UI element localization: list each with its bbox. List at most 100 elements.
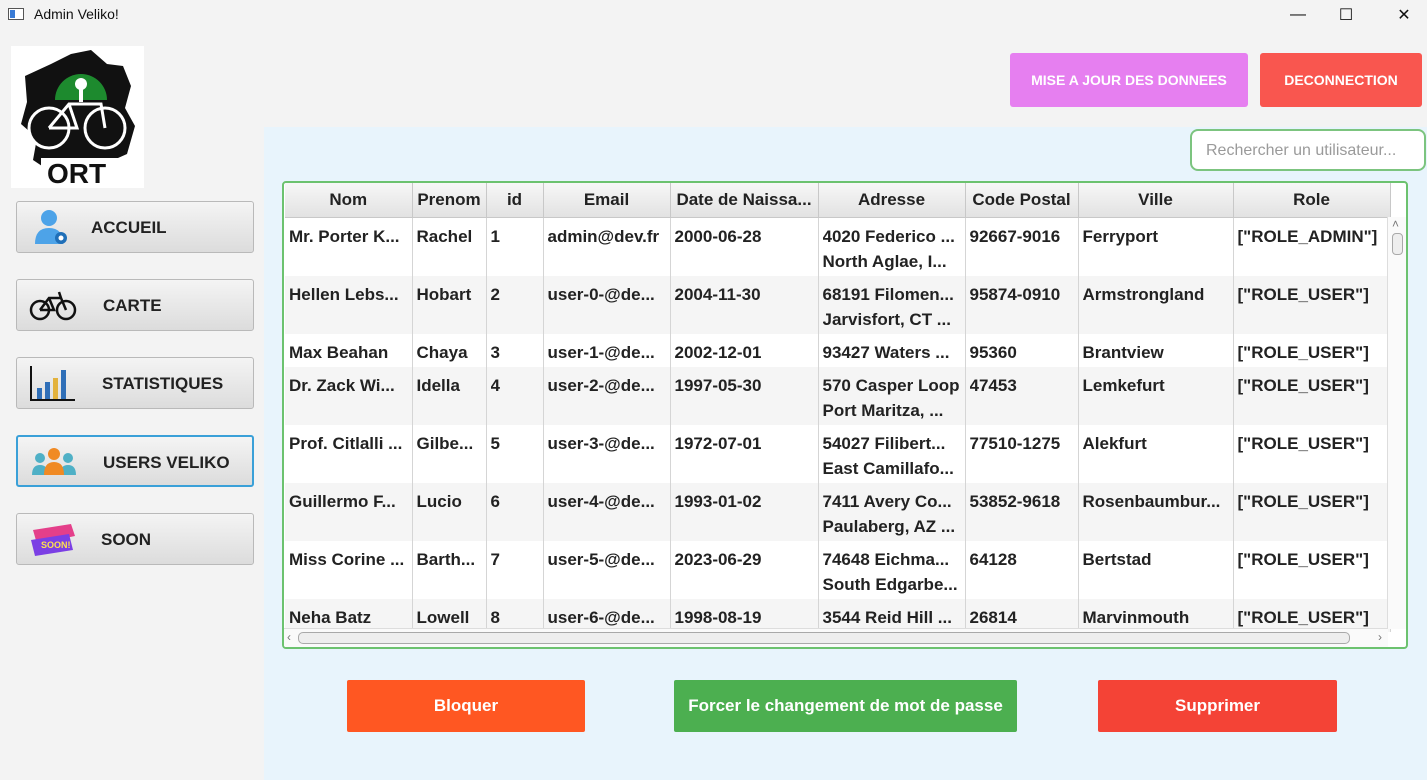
- block-user-button[interactable]: Bloquer: [347, 680, 585, 732]
- nav-soon-label: SOON: [101, 530, 152, 549]
- cell-role-text: ["ROLE_USER"]: [1237, 342, 1369, 362]
- cell-adresse-line1: 74648 Eichma...: [822, 549, 950, 569]
- cell-id: 7: [486, 540, 544, 599]
- cell-nom: Neha Batz: [285, 598, 413, 632]
- title-bar: Admin Veliko! — ☐ ✕: [0, 0, 1427, 30]
- sidebar: ORT ACCUEIL CARTE STATISTIQUES USERS VEL…: [0, 30, 264, 780]
- cell-date-text: 2000-06-28: [674, 227, 762, 246]
- cell-prenom: Gilbe...: [412, 424, 487, 483]
- minimize-icon[interactable]: —: [1275, 0, 1321, 30]
- nav-soon-button[interactable]: SOON! SOON: [16, 513, 254, 565]
- cell-date: 1972-07-01: [670, 424, 819, 483]
- cell-date-text: 2023-06-29: [674, 549, 762, 569]
- cell-date: 2004-11-30: [670, 275, 819, 334]
- maximize-icon[interactable]: ☐: [1323, 0, 1369, 30]
- ort-logo: ORT: [11, 46, 144, 189]
- column-header-id[interactable]: id: [486, 183, 544, 218]
- cell-date-text: 2004-11-30: [674, 284, 761, 304]
- cell-role: ["ROLE_USER"]: [1233, 275, 1391, 334]
- cell-id-text: 5: [490, 433, 500, 453]
- cell-role: ["ROLE_USER"]: [1233, 366, 1391, 425]
- table-row[interactable]: Neha Batz Lowell 8 user-6-@de... 1998-08-19 3…: [285, 598, 1391, 632]
- vertical-scrollbar[interactable]: ˄: [1387, 217, 1406, 629]
- cell-email: user-2-@de...: [543, 366, 671, 425]
- column-header-code-postal[interactable]: Code Postal: [965, 183, 1079, 218]
- cell-prenom-text: Rachel: [416, 227, 473, 246]
- nav-users-veliko-button[interactable]: USERS VELIKO: [16, 435, 254, 487]
- bicycle-icon: [29, 286, 77, 324]
- svg-text:SOON!: SOON!: [41, 540, 71, 550]
- cell-prenom-text: Barth...: [416, 549, 476, 569]
- cell-ville-text: Alekfurt: [1082, 433, 1147, 453]
- cell-date-text: 1993-01-02: [674, 491, 762, 511]
- vertical-scroll-thumb[interactable]: [1392, 233, 1403, 255]
- cell-prenom: Rachel: [412, 217, 487, 276]
- cell-role-text: ["ROLE_USER"]: [1237, 433, 1369, 453]
- cell-prenom-text: Hobart: [416, 284, 472, 304]
- column-header-role[interactable]: Role: [1233, 183, 1391, 218]
- cell-ville-text: Rosenbaumbur...: [1082, 491, 1221, 511]
- column-header-email[interactable]: Email: [543, 183, 671, 218]
- nav-accueil-label: ACCUEIL: [91, 218, 167, 237]
- force-password-change-button[interactable]: Forcer le changement de mot de passe: [674, 680, 1017, 732]
- cell-adresse-line2: Paulaberg, AZ ...: [822, 516, 956, 536]
- cell-date-text: 1998-08-19: [674, 607, 762, 627]
- cell-nom: Mr. Porter K...: [285, 217, 413, 276]
- cell-nom-text: Hellen Lebs...: [289, 284, 399, 304]
- scroll-up-icon[interactable]: ˄: [1392, 217, 1399, 231]
- cell-id-text: 3: [490, 342, 500, 362]
- cell-cp: 47453: [965, 366, 1079, 425]
- table-row[interactable]: Guillermo F... Lucio 6 user-4-@de... 1993-01…: [285, 482, 1391, 541]
- cell-ville: Brantview: [1078, 333, 1234, 367]
- cell-email-text: user-3-@de...: [547, 433, 655, 453]
- column-header-date-naissance[interactable]: Date de Naissa...: [670, 183, 819, 218]
- nav-accueil-button[interactable]: ACCUEIL: [16, 201, 254, 253]
- delete-user-button[interactable]: Supprimer: [1098, 680, 1337, 732]
- table-row[interactable]: Dr. Zack Wi... Idella 4 user-2-@de... 1997-0…: [285, 366, 1391, 425]
- column-header-nom[interactable]: Nom: [285, 183, 413, 218]
- cell-cp-text: 53852-9618: [969, 491, 1061, 511]
- cell-cp: 77510-1275: [965, 424, 1079, 483]
- nav-statistiques-button[interactable]: STATISTIQUES: [16, 357, 254, 409]
- nav-statistiques-label: STATISTIQUES: [102, 374, 224, 393]
- cell-date: 2002-12-01: [670, 333, 819, 367]
- nav-carte-button[interactable]: CARTE: [16, 279, 254, 331]
- cell-prenom: Hobart: [412, 275, 487, 334]
- table-row[interactable]: Hellen Lebs... Hobart 2 user-0-@de... 2004-1…: [285, 275, 1391, 334]
- column-header-prenom[interactable]: Prenom: [412, 183, 487, 218]
- svg-text:ORT: ORT: [47, 158, 106, 188]
- cell-adresse-line1: 570 Casper Loop: [822, 375, 960, 395]
- cell-email-text: user-2-@de...: [547, 375, 655, 395]
- cell-nom-text: Guillermo F...: [289, 491, 396, 511]
- cell-role-text: ["ROLE_USER"]: [1237, 607, 1369, 627]
- cell-nom: Max Beahan: [285, 333, 413, 367]
- scroll-right-icon[interactable]: ›: [1378, 630, 1382, 644]
- cell-cp-text: 92667-9016: [969, 227, 1061, 246]
- cell-cp: 95360: [965, 333, 1079, 367]
- user-gear-icon: [29, 208, 77, 246]
- table-row[interactable]: Max Beahan Chaya 3 user-1-@de... 2002-12-01 9…: [285, 333, 1391, 367]
- cell-cp-text: 95360: [969, 342, 1017, 362]
- cell-email-text: user-6-@de...: [547, 607, 655, 627]
- cell-adresse-line2: North Aglae, I...: [822, 252, 947, 271]
- column-header-adresse[interactable]: Adresse: [818, 183, 966, 218]
- cell-nom: Prof. Citlalli ...: [285, 424, 413, 483]
- close-icon[interactable]: ✕: [1381, 0, 1427, 30]
- cell-email: user-1-@de...: [543, 333, 671, 367]
- table-row[interactable]: Mr. Porter K... Rachel 1 admin@dev.fr 2000-0…: [285, 217, 1391, 276]
- table-row[interactable]: Prof. Citlalli ... Gilbe... 5 user-3-@de...…: [285, 424, 1391, 483]
- table-row[interactable]: Miss Corine ... Barth... 7 user-5-@de... 202…: [285, 540, 1391, 599]
- main-content: Rechercher un utilisateur... Nom Prenom …: [264, 127, 1427, 780]
- horizontal-scrollbar[interactable]: ‹ ›: [284, 628, 1388, 647]
- cell-date: 1997-05-30: [670, 366, 819, 425]
- cell-nom: Dr. Zack Wi...: [285, 366, 413, 425]
- scroll-left-icon[interactable]: ‹: [287, 630, 291, 644]
- search-user-input[interactable]: Rechercher un utilisateur...: [1190, 129, 1426, 171]
- cell-id: 5: [486, 424, 544, 483]
- logout-button[interactable]: DECONNECTION: [1260, 53, 1422, 107]
- cell-ville-text: Bertstad: [1082, 549, 1152, 569]
- update-data-button[interactable]: MISE A JOUR DES DONNEES: [1010, 53, 1248, 107]
- horizontal-scroll-thumb[interactable]: [298, 632, 1350, 644]
- column-header-ville[interactable]: Ville: [1078, 183, 1234, 218]
- cell-nom: Miss Corine ...: [285, 540, 413, 599]
